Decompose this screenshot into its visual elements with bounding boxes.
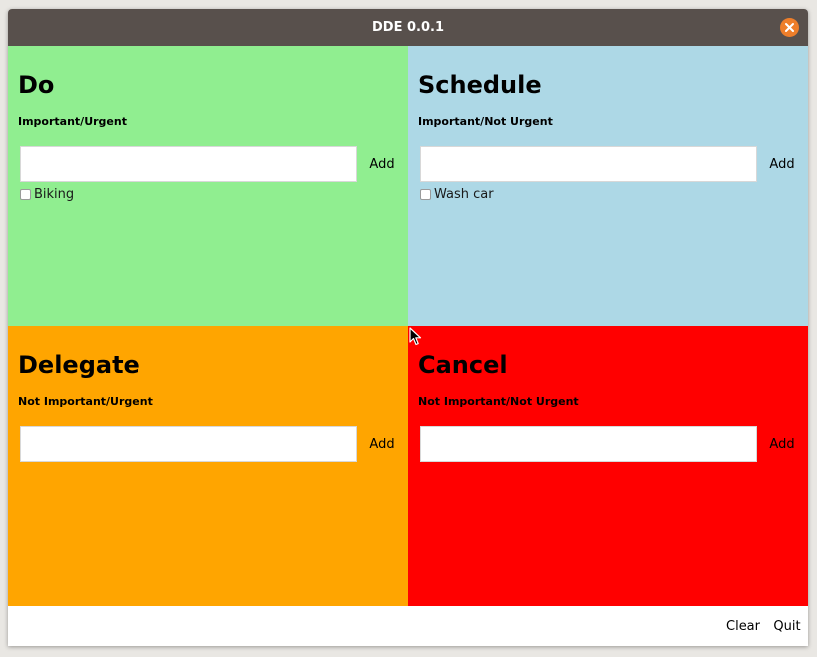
quadrant-cancel: Cancel Not Important/Not Urgent Add: [408, 326, 808, 606]
quadrant-do: Do Important/Urgent Add Biking: [8, 46, 408, 326]
quadrant-heading: Do: [18, 71, 55, 99]
app-window: DDE 0.0.1 Do Important/Urgent Add Biking…: [8, 9, 808, 646]
quadrant-delegate: Delegate Not Important/Urgent Add: [8, 326, 408, 606]
task-list: Biking: [20, 186, 74, 202]
footer-bar: Clear Quit: [8, 606, 808, 646]
quadrant-heading: Cancel: [418, 351, 508, 379]
task-input[interactable]: [20, 146, 357, 182]
quit-button[interactable]: Quit: [771, 606, 803, 646]
quadrant-schedule: Schedule Important/Not Urgent Add Wash c…: [408, 46, 808, 326]
close-icon: [785, 23, 794, 32]
add-button[interactable]: Add: [360, 426, 404, 462]
quadrant-subtitle: Not Important/Urgent: [18, 395, 153, 408]
task-label: Wash car: [434, 186, 494, 202]
close-button[interactable]: [780, 18, 799, 37]
task-checkbox[interactable]: [420, 188, 431, 200]
task-input[interactable]: [420, 146, 757, 182]
quadrant-heading: Schedule: [418, 71, 542, 99]
add-button[interactable]: Add: [760, 146, 804, 182]
mouse-pointer-icon: [409, 327, 422, 346]
quadrant-subtitle: Important/Urgent: [18, 115, 127, 128]
task-input[interactable]: [420, 426, 757, 462]
add-button[interactable]: Add: [760, 426, 804, 462]
task-item[interactable]: Wash car: [420, 186, 494, 202]
eisenhower-matrix: Do Important/Urgent Add Biking Schedule …: [8, 46, 808, 606]
task-checkbox[interactable]: [20, 188, 31, 200]
title-bar[interactable]: DDE 0.0.1: [8, 9, 808, 46]
quadrant-subtitle: Important/Not Urgent: [418, 115, 553, 128]
window-title: DDE 0.0.1: [371, 20, 444, 35]
task-label: Biking: [34, 186, 75, 202]
clear-button[interactable]: Clear: [724, 606, 762, 646]
task-list: Wash car: [420, 186, 494, 202]
quadrant-heading: Delegate: [18, 351, 140, 379]
quadrant-subtitle: Not Important/Not Urgent: [418, 395, 579, 408]
task-input[interactable]: [20, 426, 357, 462]
add-button[interactable]: Add: [360, 146, 404, 182]
task-item[interactable]: Biking: [20, 186, 74, 202]
